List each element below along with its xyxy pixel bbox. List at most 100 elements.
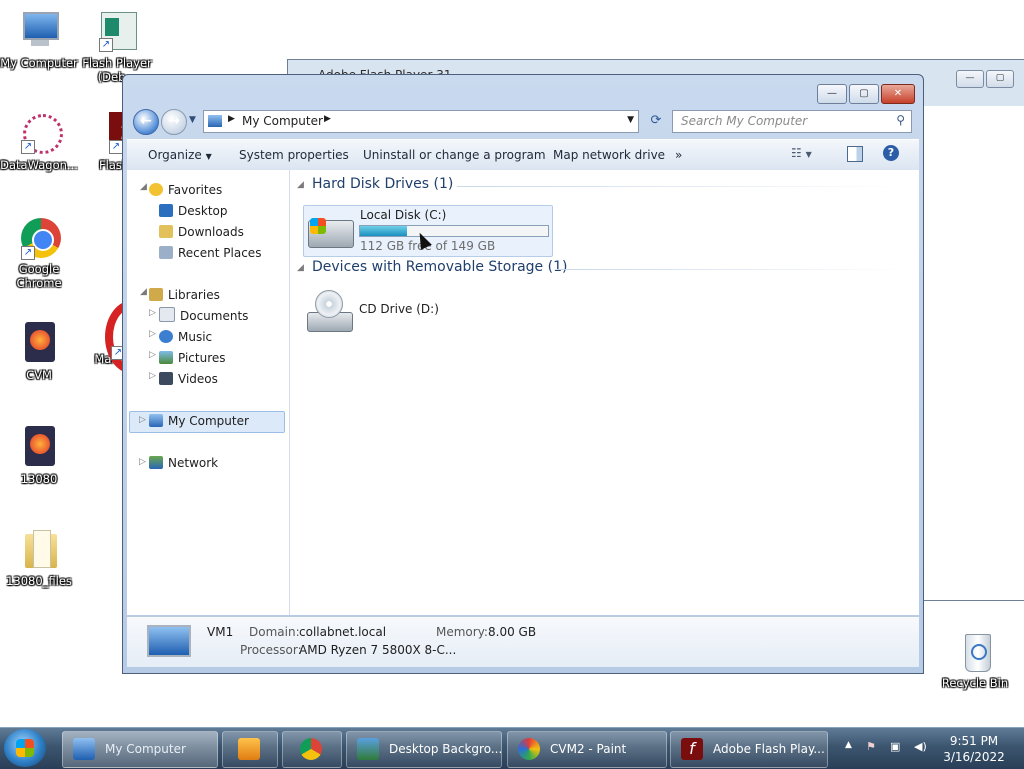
forward-button[interactable]: → — [161, 109, 187, 135]
map-network-drive-button[interactable]: Map network drive — [553, 148, 665, 162]
star-icon — [149, 183, 163, 196]
background-minimize-button[interactable]: — — [956, 70, 984, 88]
folder-icon — [17, 528, 61, 572]
nav-favorites[interactable]: Favorites — [149, 180, 222, 200]
processor-value: AMD Ryzen 7 5800X 8-C... — [299, 643, 457, 657]
system-properties-button[interactable]: System properties — [239, 148, 349, 162]
close-button[interactable]: ✕ — [881, 84, 915, 104]
flash-icon: f — [681, 738, 703, 760]
drive-cd-d[interactable]: CD Drive (D:) — [303, 288, 463, 336]
show-hidden-icons-button[interactable]: ▲ — [845, 740, 852, 750]
cd-disc-icon — [315, 290, 343, 318]
windows-logo-icon — [310, 218, 326, 234]
nav-desktop[interactable]: Desktop — [159, 201, 228, 221]
libraries-icon — [149, 288, 163, 301]
recycle-bin-icon — [953, 630, 997, 674]
nav-recent-places[interactable]: Recent Places — [159, 243, 261, 263]
navigation-pane: ◢ Favorites Desktop Downloads Recent Pla… — [127, 170, 290, 615]
system-clock[interactable]: 9:51 PM 3/16/2022 — [938, 733, 1010, 765]
nav-my-computer[interactable]: My Computer — [149, 411, 249, 431]
paint-palette-icon — [518, 738, 540, 760]
view-options-icon[interactable]: ☷ ▼ — [791, 146, 812, 160]
datawagon-icon: ↗ — [17, 112, 63, 156]
computer-icon — [17, 10, 61, 54]
breadcrumb-arrow-icon[interactable]: ▶ — [324, 114, 331, 124]
nav-downloads[interactable]: Downloads — [159, 222, 244, 242]
nav-pictures[interactable]: Pictures — [159, 348, 226, 368]
more-commands-button[interactable]: » — [675, 148, 682, 162]
desktop-icon-datawagon[interactable]: ↗ DataWagon... — [0, 112, 78, 172]
drive-local-disk-c[interactable]: Local Disk (C:) 112 GB free of 149 GB — [303, 205, 553, 257]
expand-my-computer-icon[interactable]: ▷ — [139, 415, 146, 425]
desktop-icon-flash-player-debug[interactable]: ↗ Flash Player (Deb... — [78, 10, 156, 84]
volume-icon[interactable]: ◀) — [914, 740, 927, 753]
nav-videos[interactable]: Videos — [159, 369, 218, 389]
nav-libraries[interactable]: Libraries — [149, 285, 220, 305]
flash-installer-icon: ↗ — [95, 10, 139, 54]
recent-pages-chevron-icon[interactable]: ▼ — [189, 115, 196, 125]
command-bar: Organize ▼ System properties Uninstall o… — [127, 139, 919, 171]
start-button[interactable] — [4, 729, 46, 767]
background-restore-button[interactable]: ▢ — [986, 70, 1014, 88]
taskbar: My Computer Desktop Backgro... CVM2 - Pa… — [0, 727, 1024, 769]
expand-music-icon[interactable]: ▷ — [149, 329, 156, 339]
breadcrumb-separator-icon: ▶ — [228, 114, 235, 124]
breadcrumb-my-computer[interactable]: My Computer — [242, 114, 323, 128]
chevron-down-icon: ▼ — [205, 152, 212, 161]
pictures-icon — [159, 351, 173, 364]
task-desktop-background[interactable]: Desktop Backgro... — [346, 731, 502, 768]
processor-label: Processor: — [240, 643, 302, 657]
task-my-computer[interactable]: My Computer — [62, 731, 218, 768]
organize-button[interactable]: Organize ▼ — [148, 148, 212, 162]
nav-music[interactable]: Music — [159, 327, 212, 347]
desktop-icon-recycle-bin[interactable]: Recycle Bin — [936, 630, 1014, 690]
desktop-icon-13080-files[interactable]: 13080_files — [0, 528, 78, 588]
expand-videos-icon[interactable]: ▷ — [149, 371, 156, 381]
task-chrome[interactable] — [282, 731, 342, 768]
search-icon: ⚲ — [896, 113, 905, 127]
action-center-flag-icon[interactable]: ⚑ — [866, 740, 876, 753]
expand-network-icon[interactable]: ▷ — [139, 457, 146, 467]
music-note-icon — [159, 330, 173, 343]
desktop-icon-google-chrome[interactable]: ↗ Google Chrome — [0, 216, 78, 290]
clock-time: 9:51 PM — [949, 734, 999, 748]
address-bar[interactable]: ▶ My Computer ▶ ▼ — [203, 110, 639, 133]
uninstall-program-button[interactable]: Uninstall or change a program — [363, 148, 546, 162]
back-button[interactable]: ← — [133, 109, 159, 135]
minimize-button[interactable]: — — [817, 84, 847, 104]
domain-value: collabnet.local — [299, 625, 387, 639]
details-pane: VM1 Domain: collabnet.local Memory: 8.00… — [127, 616, 919, 667]
documents-icon — [159, 307, 175, 322]
task-paint[interactable]: CVM2 - Paint — [507, 731, 667, 768]
nav-network[interactable]: Network — [149, 453, 218, 473]
preview-pane-icon[interactable] — [847, 146, 863, 162]
desktop-background-icon — [357, 738, 379, 760]
group-removable-storage[interactable]: Devices with Removable Storage (1) — [312, 259, 567, 275]
collapse-hard-disks-icon[interactable]: ◢ — [297, 180, 304, 190]
network-icon — [149, 456, 163, 469]
maximize-button[interactable]: ▢ — [849, 84, 879, 104]
help-icon[interactable]: ? — [883, 145, 899, 161]
desktop-icon-cvm[interactable]: CVM — [0, 322, 78, 382]
expand-favorites-icon[interactable]: ◢ — [140, 182, 147, 192]
collapse-removable-icon[interactable]: ◢ — [297, 263, 304, 273]
nav-documents[interactable]: Documents — [159, 306, 248, 326]
task-media-player[interactable] — [222, 731, 278, 768]
desktop-icon-my-computer[interactable]: My Computer — [0, 10, 78, 70]
refresh-icon[interactable]: ⟳ — [645, 110, 667, 131]
expand-pictures-icon[interactable]: ▷ — [149, 350, 156, 360]
computer-icon — [147, 625, 191, 657]
group-hard-disk-drives[interactable]: Hard Disk Drives (1) — [312, 176, 453, 192]
network-status-icon[interactable]: ▣ — [890, 740, 900, 753]
desktop-icon-13080[interactable]: 13080 — [0, 426, 78, 486]
firefox-document-icon — [17, 322, 61, 366]
address-dropdown-icon[interactable]: ▼ — [627, 115, 634, 125]
my-computer-window[interactable]: — ▢ ✕ ← → ▼ ▶ My Computer ▶ ▼ ⟳ Search M… — [122, 74, 924, 674]
task-adobe-flash-player[interactable]: f Adobe Flash Play... — [670, 731, 828, 768]
media-player-icon — [238, 738, 260, 760]
search-input[interactable]: Search My Computer ⚲ — [672, 110, 912, 133]
recent-places-icon — [159, 246, 173, 259]
expand-libraries-icon[interactable]: ◢ — [140, 287, 147, 297]
desktop-icon — [159, 204, 173, 217]
expand-documents-icon[interactable]: ▷ — [149, 308, 156, 318]
